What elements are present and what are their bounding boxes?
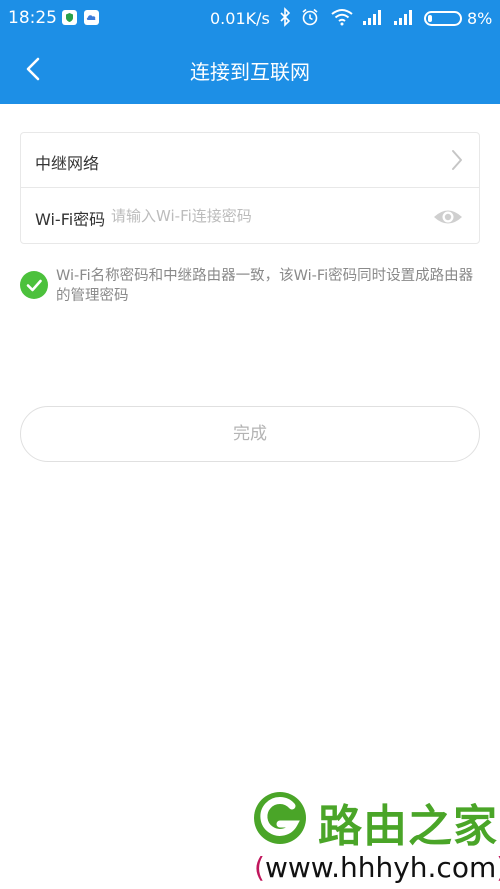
signal-icon xyxy=(362,9,384,30)
note-text: Wi-Fi名称密码和中继路由器一致，该Wi-Fi密码同时设置成路由器的管理密码 xyxy=(56,268,474,304)
status-bar: 18:25 0.01K/s 8% xyxy=(0,0,500,36)
check-icon[interactable] xyxy=(20,271,48,299)
app-header: 连接到互联网 xyxy=(0,36,500,104)
watermark-name: 路由之家 xyxy=(318,801,498,852)
relay-network-label: 中继网络 xyxy=(35,154,100,173)
shield-icon xyxy=(62,10,77,25)
done-button[interactable]: 完成 xyxy=(20,406,480,462)
wifi-password-label: Wi-Fi密码 xyxy=(35,210,106,229)
watermark-url: (www.hhhyh.com) xyxy=(254,851,500,884)
network-speed: 0.01K/s xyxy=(210,9,270,28)
status-time: 18:25 xyxy=(8,8,57,28)
alarm-icon xyxy=(300,7,320,32)
signal-icon xyxy=(393,9,415,30)
eye-icon[interactable] xyxy=(433,207,463,227)
cloud-icon xyxy=(84,10,99,25)
watermark-logo-icon xyxy=(250,790,312,846)
bluetooth-icon xyxy=(278,7,292,32)
battery-percent: 8% xyxy=(467,9,493,28)
chevron-right-icon xyxy=(449,148,465,172)
wifi-icon xyxy=(330,8,354,31)
network-form: 中继网络 Wi-Fi密码 xyxy=(20,132,480,244)
wifi-password-row: Wi-Fi密码 xyxy=(21,189,479,244)
page-title: 连接到互联网 xyxy=(190,60,310,84)
wifi-password-input[interactable] xyxy=(111,200,411,232)
relay-network-row[interactable]: 中继网络 xyxy=(21,133,479,188)
battery-icon xyxy=(424,11,462,26)
